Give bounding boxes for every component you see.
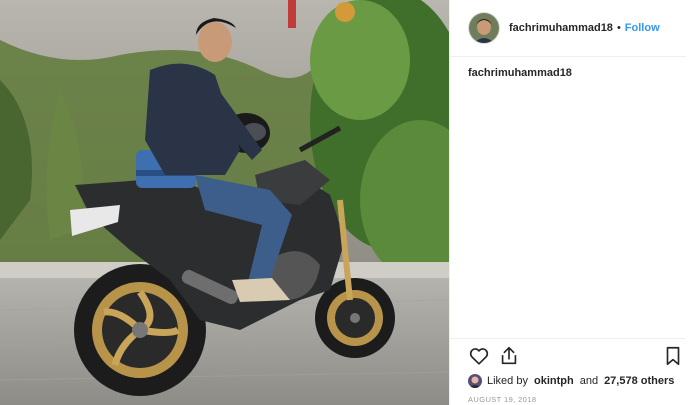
likes-summary: Liked by okintph and 27,578 others	[468, 374, 674, 388]
post-sidebar: fachrimuhammad18 • Follow fachrimuhammad…	[449, 0, 700, 405]
liker-avatar-illustration	[468, 374, 482, 388]
post-photo[interactable]	[0, 0, 449, 405]
bookmark-icon[interactable]	[662, 345, 684, 367]
action-icons	[468, 345, 688, 369]
likes-joiner: and	[579, 375, 599, 387]
post-date[interactable]: AUGUST 19, 2018	[468, 395, 536, 404]
likes-count[interactable]: 27,578 others	[604, 375, 674, 387]
instagram-post: fachrimuhammad18 • Follow fachrimuhammad…	[0, 0, 700, 405]
header-separator: •	[616, 22, 621, 34]
liker-username[interactable]: okintph	[534, 375, 574, 387]
follow-button[interactable]: Follow	[625, 22, 660, 34]
share-icon[interactable]	[498, 345, 520, 367]
post-header: fachrimuhammad18 • Follow	[450, 0, 686, 57]
avatar-illustration	[469, 13, 499, 43]
liker-avatar[interactable]	[468, 374, 482, 388]
caption-username[interactable]: fachrimuhammad18	[468, 67, 572, 79]
motorcycle-photo-illustration	[0, 0, 449, 405]
author-avatar[interactable]	[468, 12, 500, 44]
author-username[interactable]: fachrimuhammad18	[509, 22, 613, 34]
likes-prefix: Liked by	[487, 375, 528, 387]
heart-icon[interactable]	[468, 345, 490, 367]
post-actions: Liked by okintph and 27,578 others AUGUS…	[450, 338, 686, 404]
